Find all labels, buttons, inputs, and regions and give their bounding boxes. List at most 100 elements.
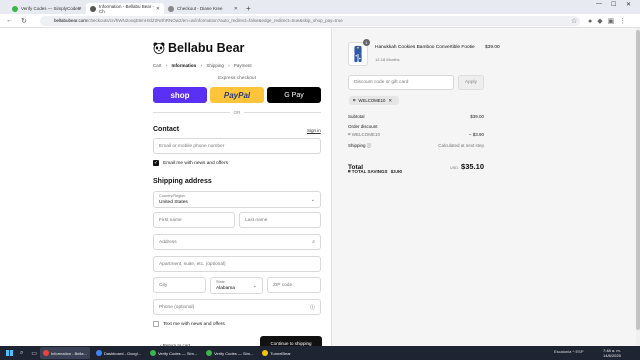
taskbar: ⌕ ▭ Information - Bella... Dashboard - G… <box>0 346 640 360</box>
total-savings-value: $3.90 <box>390 169 402 174</box>
taskbar-item-label: Information - Bella... <box>51 350 87 356</box>
taskbar-item[interactable]: Verify Codes — Sim... <box>147 347 200 359</box>
last-name-field[interactable]: Last name <box>239 212 321 228</box>
state-select[interactable]: State Alabama ⌄ <box>210 277 263 294</box>
contact-heading: Contact <box>153 126 180 133</box>
chevron-down-icon: ⌄ <box>310 197 315 203</box>
email-news-checkbox[interactable]: ✓ <box>153 160 159 166</box>
task-view-icon[interactable]: ▭ <box>31 350 37 357</box>
tag-icon: ⌗ <box>353 98 356 103</box>
email-news-row[interactable]: ✓ Email me with news and offers <box>153 160 228 166</box>
tray-text: Escalonia <box>554 349 572 354</box>
city-field[interactable]: City <box>153 277 206 293</box>
discount-code-label: WELCOME10 <box>351 132 381 137</box>
footie-illustration <box>354 45 362 63</box>
scrollbar-thumb[interactable] <box>636 30 640 330</box>
city-placeholder: City <box>159 282 168 288</box>
tab-close-icon[interactable]: ✕ <box>156 6 160 12</box>
order-discount-label: Order discount <box>348 124 378 129</box>
discount-code-row: ⌗ WELCOME10 – $3.90 <box>348 132 484 137</box>
chevron-down-icon: ⌄ <box>252 283 257 289</box>
search-icon: ⌕ <box>312 239 315 245</box>
sign-in-link[interactable]: Sign in <box>307 128 321 133</box>
paypal-button[interactable]: PayPal <box>210 87 264 103</box>
country-value: United States <box>159 200 188 205</box>
system-tray[interactable]: Escalonia ^ ESP <box>554 349 584 354</box>
phone-field[interactable]: Phone (optional) ⓘ <box>153 299 321 315</box>
browser-tab-2[interactable]: Information - Bellabu Bear - Ch ✕ <box>86 3 164 14</box>
zip-placeholder: ZIP code <box>273 282 293 288</box>
first-name-field[interactable]: First name <box>153 212 235 228</box>
taskbar-item[interactable]: Dashboard - Googl... <box>93 347 144 359</box>
email-field[interactable]: Email or mobile phone number <box>153 138 321 154</box>
discount-placeholder: Discount code or gift card <box>354 80 409 85</box>
app-icon <box>95 350 102 356</box>
maximize-icon[interactable]: ☐ <box>611 1 616 8</box>
taskbar-item[interactable]: Verify Codes — Sim... <box>203 347 256 359</box>
apartment-field[interactable]: Apartment, suite, etc. (optional) <box>153 256 321 272</box>
taskbar-item-label: TunnelBear <box>270 350 291 356</box>
panda-icon <box>153 42 165 54</box>
url-host: bellabubear.com <box>54 18 88 23</box>
discount-code-field[interactable]: Discount code or gift card <box>348 75 454 90</box>
breadcrumb-cart[interactable]: Cart <box>153 63 162 68</box>
breadcrumb-sep: › <box>228 63 230 68</box>
url-bar[interactable]: bellabubear.com/checkouts/cn/hWN2oxqE8mH… <box>40 16 580 26</box>
order-discount-row: Order discount <box>348 124 484 129</box>
taskbar-item[interactable]: Information - Bella... <box>40 347 90 359</box>
extensions-icon[interactable]: ●◆▣⋮ <box>588 17 631 25</box>
text-news-row[interactable]: Text me with news and offers <box>153 321 225 327</box>
order-summary: 1 Hanukkah Cookies Bamboo Convertible Fo… <box>331 28 640 346</box>
quantity-badge: 1 <box>363 39 370 46</box>
browser-tab-3[interactable]: Checkout - Diane Kree ✕ <box>164 3 242 14</box>
page-scrollbar[interactable] <box>636 28 640 346</box>
tab-title: Checkout - Diane Kree <box>177 6 223 11</box>
browser-tab-bar: Verify Codes — SimplyCodes ✕ Information… <box>0 0 640 14</box>
zip-field[interactable]: ZIP code <box>267 277 321 293</box>
apply-button[interactable]: Apply <box>458 75 484 90</box>
tab-close-icon[interactable]: ✕ <box>78 6 82 12</box>
browser-tab-1[interactable]: Verify Codes — SimplyCodes ✕ <box>8 3 86 14</box>
tab-close-icon[interactable]: ✕ <box>234 6 238 12</box>
discount-value: – $3.90 <box>468 132 484 137</box>
brand-logo[interactable]: Bellabu Bear <box>153 41 244 55</box>
google-pay-button[interactable]: G Pay <box>267 87 321 103</box>
bookmark-star-icon[interactable]: ☆ <box>571 17 577 25</box>
last-name-placeholder: Last name <box>245 217 268 223</box>
app-icon <box>149 350 156 356</box>
back-icon[interactable]: ← <box>6 17 13 24</box>
state-value: Alabama <box>216 286 235 291</box>
subtotal-value: $39.00 <box>470 114 484 119</box>
taskbar-item[interactable]: TunnelBear <box>259 347 294 359</box>
total-value: $35.10 <box>461 162 484 171</box>
address-field[interactable]: Address ⌕ <box>153 234 321 250</box>
or-divider: OR <box>153 110 321 115</box>
reload-icon[interactable]: ↻ <box>21 17 27 25</box>
subtotal-label: Subtotal <box>348 114 365 119</box>
country-select[interactable]: Country/Region United States ⌄ <box>153 191 321 208</box>
shop-pay-button[interactable]: shop <box>153 87 207 103</box>
app-icon <box>262 350 269 356</box>
email-placeholder: Email or mobile phone number <box>159 143 225 149</box>
clock[interactable]: 7:48 a. m. 14/8/2025 <box>603 348 621 358</box>
minimize-icon[interactable]: — <box>596 1 602 7</box>
help-icon[interactable]: ⓘ <box>367 143 372 148</box>
help-icon[interactable]: ⓘ <box>310 304 315 311</box>
close-window-icon[interactable]: ✕ <box>626 1 631 8</box>
taskbar-item-label: Verify Codes — Sim... <box>214 350 254 356</box>
remove-discount-icon[interactable]: ✕ <box>388 98 392 104</box>
taskbar-item-label: Dashboard - Googl... <box>103 350 141 356</box>
search-icon[interactable]: ⌕ <box>20 350 23 357</box>
breadcrumb: Cart › Information › Shipping › Payment <box>153 63 252 68</box>
tab-title: Verify Codes — SimplyCodes <box>21 6 81 11</box>
new-tab-button[interactable]: + <box>246 3 251 14</box>
shipping-heading: Shipping address <box>153 178 212 185</box>
first-name-placeholder: First name <box>159 217 182 223</box>
state-label: State <box>216 280 225 284</box>
clock-date: 14/8/2025 <box>603 353 621 358</box>
text-news-checkbox[interactable] <box>153 321 159 327</box>
tab-title: Information - Bellabu Bear - Ch <box>99 3 155 14</box>
breadcrumb-shipping: Shipping <box>206 63 224 68</box>
windows-start-icon[interactable] <box>6 350 13 356</box>
app-icon <box>206 350 213 356</box>
